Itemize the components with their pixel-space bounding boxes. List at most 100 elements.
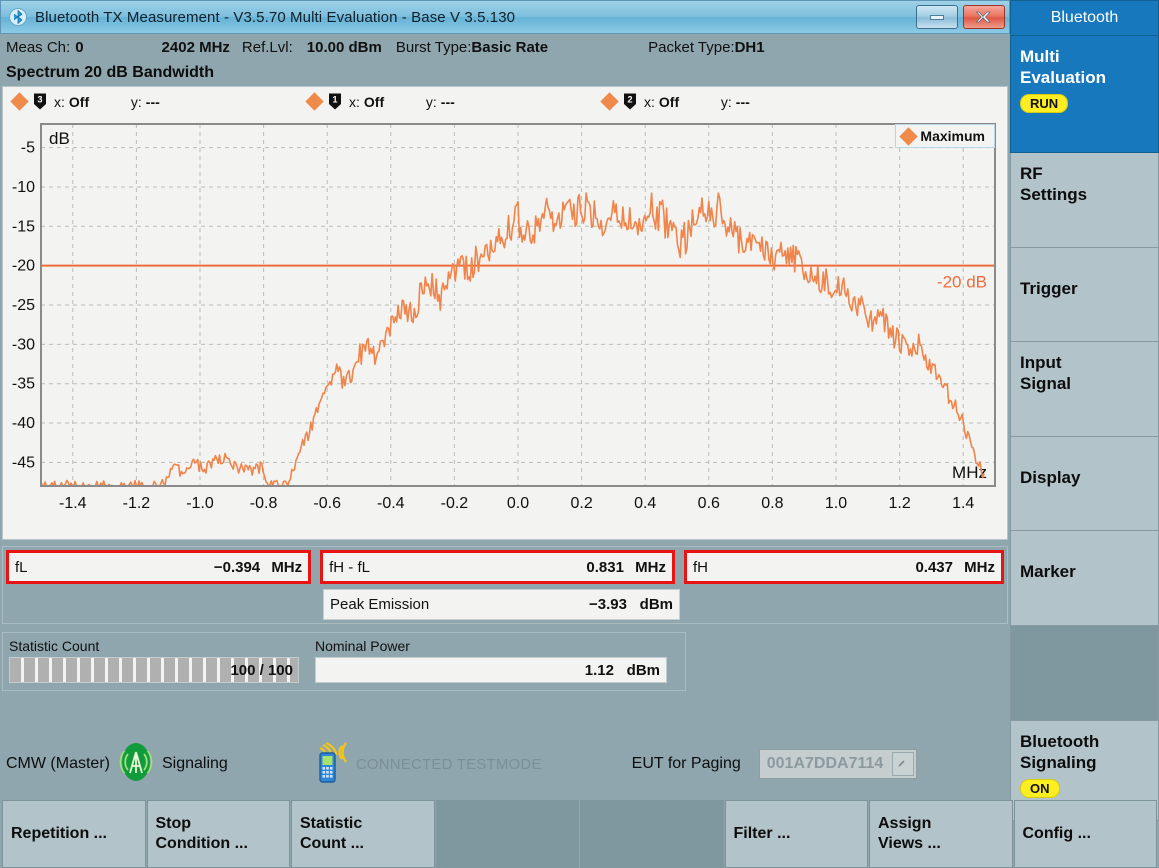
- dropdown-chevron-icon[interactable]: [891, 752, 914, 776]
- result-fl[interactable]: fL −0.394 MHz: [6, 550, 312, 584]
- svg-text:-25: -25: [12, 297, 35, 314]
- chart-legend[interactable]: Maximum: [895, 124, 995, 148]
- svg-text:-5: -5: [21, 140, 35, 157]
- window-controls: [916, 5, 1005, 29]
- spectrum-chart[interactable]: -5 -10 -15 -20 -25 -30 -35 -40 -45 -1.4 -1.2 -1.0 -0…: [2, 116, 1008, 540]
- results-panel: fL −0.394 MHz fH - fL 0.831 MHz fH 0.437…: [2, 546, 1008, 624]
- nominal-power-label: Nominal Power: [315, 638, 410, 654]
- marker-flag-3-icon: 3: [33, 93, 47, 110]
- ref-lvl-value: 10.00 dBm: [306, 38, 382, 56]
- result-fh-minus-fl[interactable]: fH - fL 0.831 MHz: [320, 550, 675, 584]
- svg-text:1.2: 1.2: [888, 495, 910, 512]
- meas-ch-label: Meas Ch:: [6, 38, 71, 56]
- sidebar-item-rf-settings[interactable]: RF Settings: [1010, 153, 1159, 248]
- toolbar-button-assign-views[interactable]: Assign Views ...: [869, 800, 1013, 868]
- svg-text:3: 3: [37, 95, 42, 105]
- toolbar-button-empty-1: [435, 800, 579, 868]
- toolbar-button-label: Stop Condition ...: [155, 815, 248, 852]
- marker-x-value: Off: [363, 93, 385, 110]
- meas-ch-value: 0: [75, 38, 84, 56]
- toolbar-button-statistic-count[interactable]: Statistic Count ...: [291, 800, 435, 868]
- eut-address-dropdown[interactable]: 001A7DDA7114: [758, 749, 917, 779]
- toolbar-button-config[interactable]: Config ...: [1013, 800, 1157, 868]
- sidebar-item-input-signal[interactable]: Input Signal: [1010, 342, 1159, 437]
- toolbar-button-repetition[interactable]: Repetition ...: [2, 800, 146, 868]
- sidebar-badge-run: RUN: [1020, 94, 1069, 113]
- nominal-power-group: Nominal Power 1.12 dBm: [315, 638, 667, 683]
- status-device-label: CMW (Master): [6, 755, 110, 772]
- result-fl-label: fL: [15, 558, 28, 576]
- svg-text:1.0: 1.0: [825, 495, 847, 512]
- sidebar-item-label: Input Signal: [1020, 353, 1072, 393]
- sidebar-item-multi-evaluation[interactable]: Multi Evaluation RUN: [1010, 36, 1159, 153]
- sidebar-item-label: Trigger: [1020, 279, 1078, 298]
- results-row-secondary: Peak Emission −3.93 dBm: [6, 589, 1004, 620]
- svg-text:-1.4: -1.4: [59, 495, 87, 512]
- svg-text:-0.8: -0.8: [250, 495, 278, 512]
- marker-item-2[interactable]: 2 x: Off y: ---: [600, 92, 898, 111]
- spectrum-plot-canvas: -5 -10 -15 -20 -25 -30 -35 -40 -45 -1.4 -1.2 -1.0 -0…: [3, 116, 1007, 538]
- marker-item-1[interactable]: 1 x: Off y: ---: [305, 92, 603, 111]
- result-fl-value: −0.394: [213, 558, 261, 576]
- sidebar-item-trigger[interactable]: Trigger: [1010, 248, 1159, 342]
- sidebar-item-label: RF Settings: [1020, 164, 1088, 204]
- close-button[interactable]: [963, 5, 1005, 29]
- toolbar-button-filter[interactable]: Filter ...: [724, 800, 868, 868]
- statistic-count-group: Statistic Count 100 / 100: [9, 638, 299, 683]
- sidebar-item-label: Bluetooth Signaling: [1020, 732, 1100, 772]
- marker-flag-1-icon: 1: [328, 93, 342, 110]
- svg-text:0.8: 0.8: [761, 495, 783, 512]
- toolbar-button-label: Filter ...: [733, 825, 791, 842]
- marker-diamond-icon: [305, 92, 324, 111]
- svg-text:-0.4: -0.4: [377, 495, 405, 512]
- result-fh[interactable]: fH 0.437 MHz: [683, 550, 1004, 584]
- svg-text:-30: -30: [12, 336, 35, 353]
- toolbar-button-stop-condition[interactable]: Stop Condition ...: [146, 800, 290, 868]
- svg-text:0.2: 0.2: [570, 495, 592, 512]
- marker-x-value: Off: [68, 93, 90, 110]
- result-fh-fl-unit: MHz: [635, 558, 666, 576]
- svg-text:-10: -10: [12, 179, 35, 196]
- sidebar-item-empty: [1010, 626, 1159, 721]
- sidebar-item-label: Marker: [1020, 562, 1076, 581]
- sidebar-item-display[interactable]: Display: [1010, 437, 1159, 531]
- svg-text:-0.6: -0.6: [313, 495, 341, 512]
- svg-text:2: 2: [627, 95, 632, 105]
- svg-text:1: 1: [332, 95, 337, 105]
- result-fh-fl-label: fH - fL: [329, 558, 370, 576]
- window-title: Bluetooth TX Measurement - V3.5.70 Multi…: [35, 8, 516, 26]
- svg-text:-20 dB: -20 dB: [937, 273, 987, 292]
- frequency-value: 2402 MHz: [161, 38, 230, 56]
- toolbar-button-label: Assign Views ...: [878, 815, 941, 852]
- result-fh-label: fH: [692, 558, 708, 576]
- sidebar-item-marker[interactable]: Marker: [1010, 531, 1159, 626]
- statistics-panel: Statistic Count 100 / 100 Nominal Power …: [2, 632, 686, 691]
- result-peak-emission-unit: dBm: [639, 596, 673, 613]
- measurement-subtitle: Spectrum 20 dB Bandwidth: [6, 64, 215, 81]
- svg-text:-1.0: -1.0: [186, 495, 214, 512]
- result-peak-emission-value: −3.93: [589, 596, 627, 613]
- svg-text:0.0: 0.0: [507, 495, 529, 512]
- toolbar-button-empty-2: [580, 800, 724, 868]
- nominal-power-field[interactable]: 1.12 dBm: [315, 657, 667, 683]
- marker-y-label: y:: [130, 93, 142, 110]
- result-fh-value: 0.437: [915, 558, 953, 576]
- result-peak-emission[interactable]: Peak Emission −3.93 dBm: [323, 589, 680, 620]
- minimize-button[interactable]: [916, 5, 958, 29]
- marker-item-3[interactable]: 3 x: Off y: ---: [10, 92, 308, 111]
- svg-text:-1.2: -1.2: [123, 495, 151, 512]
- svg-text:1.4: 1.4: [952, 495, 974, 512]
- sidebar-item-label: Display: [1020, 468, 1081, 487]
- marker-x-label: x:: [644, 93, 655, 110]
- title-bar: Bluetooth TX Measurement - V3.5.70 Multi…: [0, 0, 1010, 34]
- svg-text:0.4: 0.4: [634, 495, 656, 512]
- packet-type-value: DH1: [734, 38, 765, 56]
- sidebar-header: Bluetooth: [1010, 0, 1159, 36]
- result-peak-emission-label: Peak Emission: [330, 596, 430, 613]
- marker-y-value: ---: [735, 93, 750, 110]
- right-sidebar: Bluetooth Multi Evaluation RUN RF Settings…: [1010, 0, 1159, 821]
- bottom-toolbar: Repetition ... Stop Condition ... Statist…: [0, 800, 1159, 868]
- eut-paging-label: EUT for Paging: [631, 755, 741, 772]
- legend-diamond-icon: [899, 126, 919, 146]
- marker-y-label: y:: [425, 93, 437, 110]
